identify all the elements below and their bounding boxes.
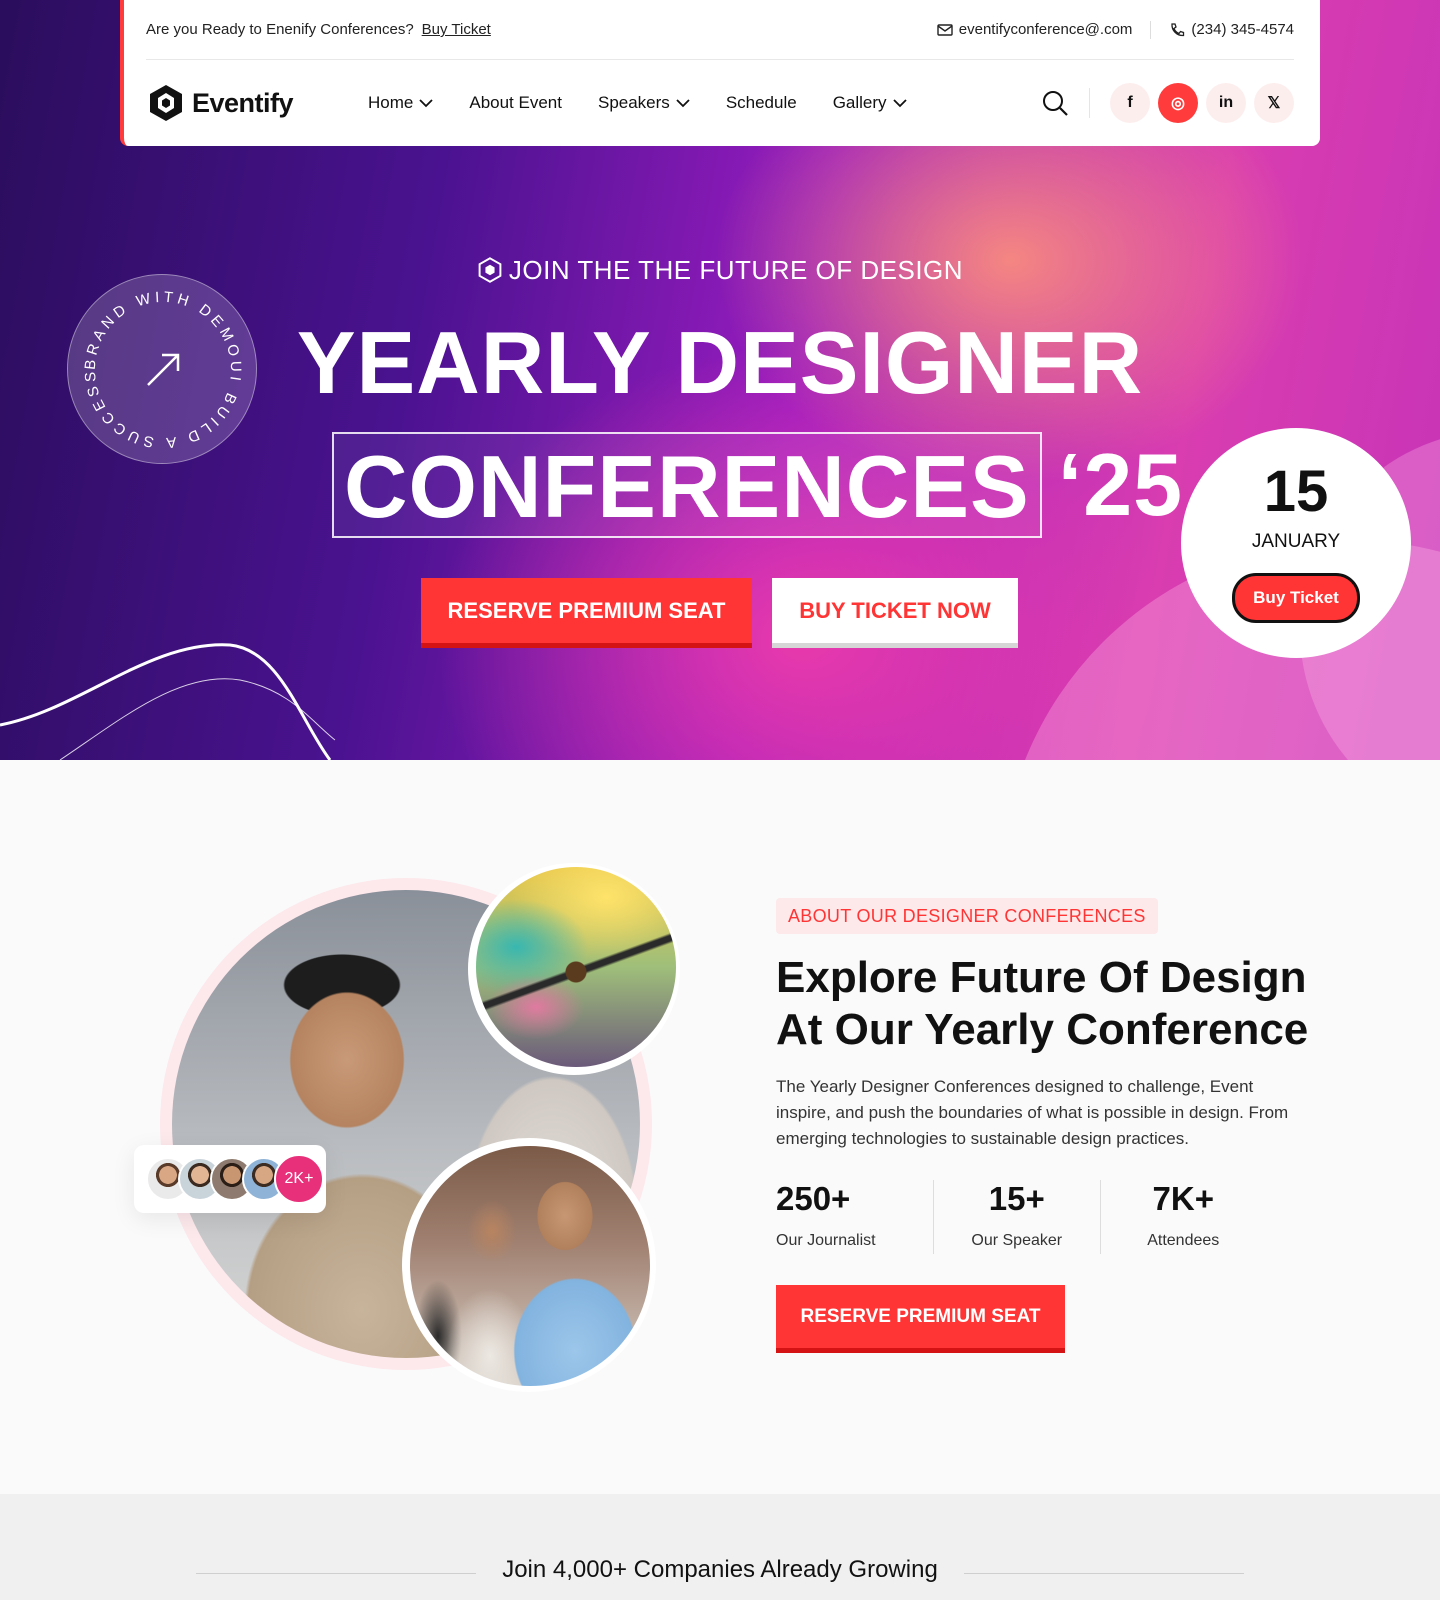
nav-label: Gallery <box>832 93 887 112</box>
email-text: eventifyconference@.com <box>958 21 1133 38</box>
stat-label: Attendees <box>1147 1232 1220 1249</box>
stat-value: 15+ <box>988 1180 1045 1217</box>
eventify-logo-icon <box>150 85 182 121</box>
divider <box>1089 88 1090 118</box>
divider <box>1150 20 1152 39</box>
eventify-mark-icon <box>478 257 502 283</box>
hero-eyebrow-text: JOIN THE THE FUTURE OF DESIGN <box>508 255 964 285</box>
chevron-down-icon <box>892 98 907 107</box>
rotating-badge[interactable]: BRAND WITH DEMOUI BUILD A SUCCESS <box>67 274 257 464</box>
nav-label: Schedule <box>725 93 797 112</box>
avatars-count-badge: 2K+ <box>274 1154 324 1204</box>
nav-label: About Event <box>469 93 562 112</box>
stat-label: Our Speaker <box>971 1232 1063 1249</box>
event-month: JANUARY <box>1251 531 1341 552</box>
hero-title-boxed: CONFERENCES <box>332 432 1042 538</box>
speakers-photo <box>410 1146 650 1386</box>
badge-graphic: BRAND WITH DEMOUI BUILD A SUCCESS <box>82 289 240 452</box>
arrow-up-right-icon <box>147 353 180 386</box>
nav-item-speakers[interactable]: Speakers <box>598 93 690 113</box>
buy-ticket-now-button[interactable]: BUY TICKET NOW <box>772 578 1018 648</box>
stat-label: Our Journalist <box>776 1232 876 1249</box>
announcement-text: Are you Ready to Enenify Conferences? <box>146 21 414 38</box>
date-buy-ticket-button[interactable]: Buy Ticket <box>1232 573 1360 623</box>
nav-label: Speakers <box>597 93 670 112</box>
buy-ticket-link[interactable]: Buy Ticket <box>422 21 491 38</box>
phone-contact[interactable]: (234) 345-4574 <box>1169 21 1294 38</box>
about-paragraph: The Yearly Designer Conferences designed… <box>776 1077 1289 1148</box>
logo-text: Eventify <box>192 87 294 118</box>
phone-text: (234) 345-4574 <box>1191 21 1294 38</box>
stat-value: 7K+ <box>1152 1180 1214 1217</box>
facebook-icon[interactable]: f <box>1110 83 1150 123</box>
stat-journalists: 250+ Our Journalist <box>776 1180 934 1254</box>
instagram-icon[interactable]: ◎ <box>1158 83 1198 123</box>
chevron-down-icon <box>676 98 690 107</box>
nav-item-home[interactable]: Home <box>368 93 433 113</box>
nav-menu: Home About Event Speakers Schedule Galle… <box>368 93 907 113</box>
site-header: Are you Ready to Enenify Conferences? Bu… <box>120 0 1320 146</box>
event-day: 15 <box>1263 459 1329 524</box>
stat-attendees: 7K+ Attendees <box>1101 1180 1267 1254</box>
stat-value: 250+ <box>776 1180 851 1217</box>
mail-icon <box>937 23 953 36</box>
about-tag: ABOUT OUR DESIGNER CONFERENCES <box>776 898 1158 934</box>
about-reserve-seat-button[interactable]: RESERVE PREMIUM SEAT <box>776 1285 1065 1353</box>
x-icon[interactable]: 𝕏 <box>1254 83 1294 123</box>
nav-item-about-event[interactable]: About Event <box>469 93 562 113</box>
nav-label: Home <box>368 93 414 112</box>
hero-wave-decor <box>0 643 336 760</box>
linkedin-icon[interactable]: in <box>1206 83 1246 123</box>
chevron-down-icon <box>419 98 433 107</box>
hero-title-line2: CONFERENCES ‘25 <box>332 432 1183 538</box>
hero-title-year: ‘25 <box>1057 435 1184 534</box>
nav-item-schedule[interactable]: Schedule <box>726 93 797 113</box>
reserve-premium-seat-button[interactable]: RESERVE PREMIUM SEAT <box>421 578 752 648</box>
nav-tools: f ◎ in 𝕏 <box>1041 83 1294 123</box>
nav-item-gallery[interactable]: Gallery <box>833 93 907 113</box>
microphone-photo <box>476 867 676 1067</box>
main-nav: Eventify Home About Event Speakers Sched… <box>146 60 1294 146</box>
about-title: Explore Future Of Design At Our Yearly C… <box>776 953 1309 1054</box>
site-logo[interactable]: Eventify <box>146 83 368 123</box>
attendee-avatars[interactable]: 2K+ <box>134 1145 326 1213</box>
stat-speakers: 15+ Our Speaker <box>934 1180 1101 1254</box>
event-date-card: 15 JANUARY Buy Ticket <box>1181 428 1411 658</box>
companies-strip: Join 4,000+ Companies Already Growing <box>0 1494 1440 1600</box>
phone-icon <box>1171 22 1185 36</box>
email-contact[interactable]: eventifyconference@.com <box>937 21 1133 38</box>
top-bar: Are you Ready to Enenify Conferences? Bu… <box>146 0 1294 60</box>
search-icon[interactable] <box>1041 89 1069 117</box>
stats-row: 250+ Our Journalist 15+ Our Speaker 7K+ … <box>776 1180 1266 1254</box>
companies-heading: Join 4,000+ Companies Already Growing <box>502 1556 938 1583</box>
